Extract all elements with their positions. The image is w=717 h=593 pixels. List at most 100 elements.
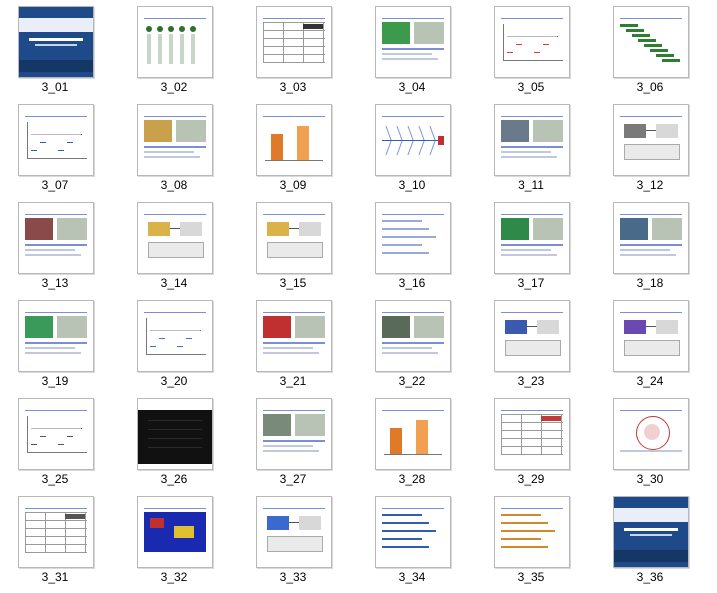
slide-graphic	[382, 342, 444, 344]
slide-graphic	[501, 422, 563, 423]
slide-tile[interactable]: 3_20	[119, 294, 237, 389]
slide-tile[interactable]: 3_29	[476, 392, 594, 487]
slide-filename-label: 3_16	[398, 276, 426, 290]
slide-tile[interactable]: 3_26	[119, 392, 237, 487]
slide-tile[interactable]: 3_04	[357, 0, 475, 95]
slide-tile[interactable]: 3_25	[0, 392, 118, 487]
slide-thumbnail[interactable]	[613, 104, 689, 176]
slide-thumbnail[interactable]	[18, 496, 94, 568]
title-underline	[25, 312, 87, 313]
slide-tile[interactable]: 3_07	[0, 98, 118, 193]
slide-thumbnail[interactable]	[256, 202, 332, 274]
slide-tile[interactable]: 3_14	[119, 196, 237, 291]
slide-thumbnail[interactable]	[18, 300, 94, 372]
slide-thumbnail[interactable]	[613, 496, 689, 568]
slide-tile[interactable]: 3_33	[238, 490, 356, 585]
slide-tile[interactable]: 3_09	[238, 98, 356, 193]
slide-tile[interactable]: 3_24	[595, 294, 713, 389]
slide-graphic	[180, 222, 202, 236]
slide-tile[interactable]: 3_05	[476, 0, 594, 95]
slide-tile[interactable]: 3_10	[357, 98, 475, 193]
slide-graphic	[382, 236, 436, 238]
slide-graphic	[516, 44, 522, 45]
slide-thumbnail[interactable]	[18, 398, 94, 470]
slide-thumbnail[interactable]	[137, 202, 213, 274]
slide-thumbnail[interactable]	[494, 6, 570, 78]
slide-graphic	[263, 30, 325, 31]
slide-title	[138, 303, 212, 311]
title-underline	[382, 312, 444, 313]
slide-content	[25, 512, 87, 562]
slide-tile[interactable]: 3_06	[595, 0, 713, 95]
slide-thumbnail[interactable]	[137, 496, 213, 568]
slide-thumbnail[interactable]	[613, 300, 689, 372]
slide-tile[interactable]: 3_36	[595, 490, 713, 585]
slide-tile[interactable]: 3_03	[238, 0, 356, 95]
slide-tile[interactable]: 3_12	[595, 98, 713, 193]
slide-tile[interactable]: 3_28	[357, 392, 475, 487]
slide-tile[interactable]: 3_16	[357, 196, 475, 291]
slide-tile[interactable]: 3_01	[0, 0, 118, 95]
slide-thumbnail[interactable]	[137, 104, 213, 176]
slide-filename-label: 3_12	[636, 178, 664, 192]
slide-thumbnail[interactable]	[494, 104, 570, 176]
slide-tile[interactable]: 3_17	[476, 196, 594, 291]
slide-thumbnail[interactable]	[137, 398, 213, 470]
slide-title	[495, 499, 569, 507]
slide-thumbnail[interactable]	[375, 496, 451, 568]
slide-thumbnail[interactable]	[613, 202, 689, 274]
slide-thumbnail[interactable]	[256, 104, 332, 176]
slide-thumbnail[interactable]	[137, 300, 213, 372]
slide-tile[interactable]: 3_18	[595, 196, 713, 291]
slide-thumbnail[interactable]	[375, 398, 451, 470]
slide-thumbnail[interactable]	[256, 6, 332, 78]
slide-thumbnail[interactable]	[494, 398, 570, 470]
slide-content	[382, 218, 444, 268]
slide-thumbnail[interactable]	[18, 104, 94, 176]
slide-thumbnail[interactable]	[256, 300, 332, 372]
slide-thumbnail[interactable]	[375, 300, 451, 372]
slide-content	[620, 316, 682, 366]
slide-thumbnail[interactable]	[613, 6, 689, 78]
slide-tile[interactable]: 3_27	[238, 392, 356, 487]
title-underline	[25, 410, 87, 411]
slide-content	[263, 22, 325, 72]
slide-tile[interactable]: 3_02	[119, 0, 237, 95]
slide-tile[interactable]: 3_11	[476, 98, 594, 193]
slide-thumbnail[interactable]	[18, 202, 94, 274]
slide-thumbnail[interactable]	[494, 300, 570, 372]
slide-tile[interactable]: 3_35	[476, 490, 594, 585]
slide-graphic	[662, 59, 680, 62]
slide-thumbnail[interactable]	[494, 202, 570, 274]
slide-tile[interactable]: 3_32	[119, 490, 237, 585]
slide-thumbnail[interactable]	[375, 6, 451, 78]
slide-thumbnail[interactable]	[256, 398, 332, 470]
slide-filename-label: 3_06	[636, 80, 664, 94]
slide-tile[interactable]: 3_23	[476, 294, 594, 389]
slide-filename-label: 3_15	[279, 276, 307, 290]
slide-graphic	[263, 38, 325, 39]
slide-tile[interactable]: 3_34	[357, 490, 475, 585]
slide-thumbnail[interactable]	[18, 6, 94, 78]
slide-tile[interactable]: 3_30	[595, 392, 713, 487]
slide-thumbnail[interactable]	[375, 202, 451, 274]
slide-tile[interactable]: 3_08	[119, 98, 237, 193]
slide-tile[interactable]: 3_21	[238, 294, 356, 389]
slide-tile[interactable]: 3_13	[0, 196, 118, 291]
slide-tile[interactable]: 3_31	[0, 490, 118, 585]
slide-tile[interactable]: 3_22	[357, 294, 475, 389]
title-underline	[382, 214, 444, 215]
slide-graphic	[501, 120, 529, 142]
slide-thumbnail[interactable]	[256, 496, 332, 568]
slide-title	[614, 499, 688, 507]
slide-thumbnail[interactable]	[375, 104, 451, 176]
slide-graphic	[303, 24, 323, 29]
slide-thumbnail[interactable]	[613, 398, 689, 470]
slide-thumbnail[interactable]	[494, 496, 570, 568]
slide-tile[interactable]: 3_19	[0, 294, 118, 389]
slide-thumbnail[interactable]	[137, 6, 213, 78]
title-underline	[501, 116, 563, 117]
slide-tile[interactable]: 3_15	[238, 196, 356, 291]
slide-content	[620, 120, 682, 170]
slide-graphic	[382, 546, 429, 548]
